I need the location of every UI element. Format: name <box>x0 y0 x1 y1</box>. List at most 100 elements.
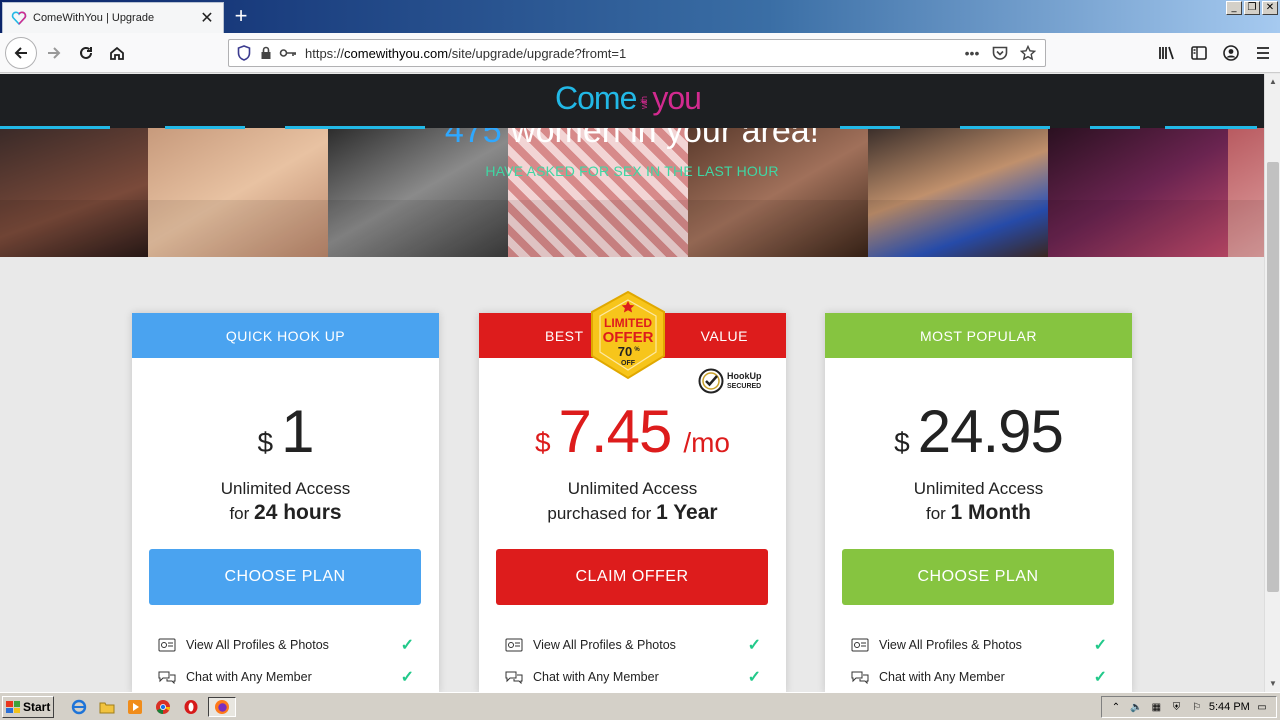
bookmark-star-icon[interactable] <box>1017 42 1039 64</box>
folder-icon[interactable] <box>96 697 118 717</box>
forward-arrow-icon <box>48 47 61 59</box>
firefox-icon[interactable] <box>208 697 236 717</box>
secured-line2: SECURED <box>727 382 762 390</box>
start-label: Start <box>23 700 51 714</box>
windows-flag-icon <box>6 701 20 713</box>
chat-bubbles-icon <box>851 669 871 685</box>
caption-best: BEST <box>545 327 584 344</box>
home-icon <box>110 46 124 60</box>
browser-nav-bar: https://comewithyou.com/site/upgrade/upg… <box>0 33 1280 73</box>
key-permission-icon[interactable] <box>279 44 297 62</box>
url-protocol: https:// <box>305 45 345 61</box>
choose-plan-button[interactable]: CHOOSE PLAN <box>149 549 421 605</box>
tab-title: ComeWithYou | Upgrade <box>33 12 155 24</box>
action-center-flag-icon[interactable]: ⚐ <box>1189 699 1205 715</box>
price-amount: 24.95 <box>917 398 1064 465</box>
plan-duration-value: 1 Year <box>656 501 718 524</box>
clock[interactable]: 5:44 PM <box>1209 701 1250 713</box>
plan-duration: purchased for 1 Year <box>479 501 786 525</box>
scroll-down-arrow-icon[interactable]: ▼ <box>1265 676 1280 692</box>
feature-item: View All Profiles & Photos ✓ <box>851 635 1107 655</box>
url-path: /site/upgrade/upgrade?fromt=1 <box>448 45 627 61</box>
ie-icon[interactable] <box>68 697 90 717</box>
price-currency: $ <box>894 427 910 458</box>
site-logo[interactable]: Come with you <box>555 80 702 117</box>
window-controls: _ ❐ ✕ <box>1226 1 1278 15</box>
logo-with: with <box>639 96 650 109</box>
plan-duration-value: 1 Month <box>950 501 1032 524</box>
start-button[interactable]: Start <box>2 696 54 718</box>
reload-icon <box>80 46 92 59</box>
page-content: 475 women in your area! Come with you HA… <box>0 74 1264 692</box>
quick-launch <box>68 697 236 717</box>
choose-plan-button[interactable]: CHOOSE PLAN <box>842 549 1114 605</box>
back-button[interactable] <box>5 37 37 69</box>
anyrun-watermark: ANY RUN <box>1038 682 1254 692</box>
plan-description: Unlimited Access <box>567 479 698 498</box>
url-text[interactable]: https://comewithyou.com/site/upgrade/upg… <box>305 46 955 61</box>
chat-bubbles-icon <box>158 669 178 685</box>
feature-item: View All Profiles & Photos ✓ <box>158 635 414 655</box>
check-icon: ✓ <box>400 669 414 686</box>
back-arrow-icon <box>14 47 27 59</box>
url-host: comewithyou.com <box>344 45 449 61</box>
badge-percent: 70 <box>618 344 632 359</box>
new-tab-button[interactable]: + <box>228 4 254 30</box>
feature-item: View All Profiles & Photos ✓ <box>505 635 761 655</box>
feature-item: Chat with Any Member ✓ <box>158 667 414 687</box>
page-actions-icon[interactable]: ••• <box>961 42 983 64</box>
pocket-icon[interactable] <box>989 42 1011 64</box>
reload-button[interactable] <box>72 39 100 67</box>
account-icon[interactable] <box>1220 39 1242 67</box>
plan-price: $ 24.95 <box>825 397 1132 466</box>
media-player-icon[interactable] <box>124 697 146 717</box>
scroll-up-arrow-icon[interactable]: ▲ <box>1265 74 1280 90</box>
volume-icon[interactable]: 🔈 <box>1128 699 1144 715</box>
claim-offer-button[interactable]: CLAIM OFFER <box>496 549 768 605</box>
opera-icon[interactable] <box>180 697 202 717</box>
close-window-button[interactable]: ✕ <box>1262 1 1278 15</box>
scrollbar-thumb[interactable] <box>1267 162 1279 592</box>
shield-icon[interactable] <box>235 44 253 62</box>
menu-icon[interactable] <box>1252 39 1274 67</box>
security-shield-icon[interactable]: ⛨ <box>1169 699 1185 715</box>
toolbar-right <box>1156 39 1274 67</box>
feature-item: Chat with Any Member ✓ <box>505 667 761 687</box>
page-scrollbar[interactable]: ▲ ▼ <box>1264 74 1280 692</box>
feature-text: View All Profiles & Photos <box>186 638 329 652</box>
restore-button[interactable]: ❐ <box>1244 1 1260 15</box>
profile-card-icon <box>851 637 871 653</box>
header-accent-lines <box>0 126 1257 129</box>
hero-banner: 475 women in your area! Come with you HA… <box>0 74 1264 257</box>
caption-value: VALUE <box>700 327 748 344</box>
price-currency: $ <box>534 427 551 458</box>
show-desktop-icon[interactable]: ▭ <box>1254 699 1270 715</box>
plan-description: Unlimited Access <box>220 479 351 498</box>
browser-tab[interactable]: ComeWithYou | Upgrade ✕ <box>2 2 224 33</box>
plan-duration-prefix: purchased for <box>547 504 657 523</box>
hookup-secured-seal: HookUp SECURED <box>698 366 770 396</box>
badge-limited: LIMITED <box>604 316 652 330</box>
feature-text: View All Profiles & Photos <box>879 638 1022 652</box>
forward-button[interactable] <box>40 39 68 67</box>
network-icon[interactable]: ▦ <box>1148 699 1164 715</box>
library-icon[interactable] <box>1156 39 1178 67</box>
address-bar[interactable]: https://comewithyou.com/site/upgrade/upg… <box>228 39 1046 67</box>
price-currency: $ <box>257 427 274 458</box>
chrome-icon[interactable] <box>152 697 174 717</box>
sidebar-icon[interactable] <box>1188 39 1210 67</box>
tray-expand-icon[interactable]: ⌃ <box>1108 699 1124 715</box>
home-button[interactable] <box>103 39 131 67</box>
browser-tab-bar: ComeWithYou | Upgrade ✕ + _ ❐ ✕ <box>0 0 1280 33</box>
plan-price: $ 7.45 /mo <box>479 397 786 466</box>
logo-you: you <box>652 80 702 116</box>
plan-duration: for 24 hours <box>132 501 439 525</box>
lock-icon[interactable] <box>257 44 275 62</box>
minimize-button[interactable]: _ <box>1226 1 1242 15</box>
tab-close-icon[interactable]: ✕ <box>199 8 215 28</box>
profile-card-icon <box>158 637 178 653</box>
chat-bubbles-icon <box>505 669 525 685</box>
check-icon: ✓ <box>747 637 761 654</box>
site-header: Come with you <box>0 74 1264 128</box>
plan-card-popular: MOST POPULAR $ 24.95 Unlimited Access fo… <box>825 313 1132 692</box>
